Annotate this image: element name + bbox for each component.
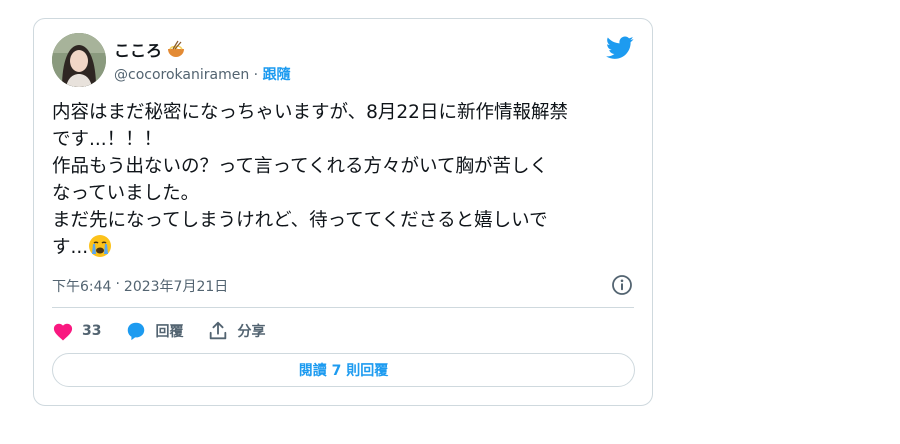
share-upload-icon xyxy=(210,321,227,340)
tweet-time: 下午6:44 xyxy=(52,279,112,295)
tweet-text: 内容はまだ秘密になっちゃいますが、8月22日に新作情報解禁 です...！！！ 作… xyxy=(52,99,642,261)
heart-icon xyxy=(53,323,73,341)
like-count: 33 xyxy=(82,323,102,339)
reply-label: 回覆 xyxy=(155,324,184,340)
crying-face-icon xyxy=(89,235,112,257)
follow-link[interactable]: 跟隨 xyxy=(263,67,291,83)
twitter-bird-icon[interactable] xyxy=(606,36,634,60)
avatar[interactable] xyxy=(52,33,106,87)
name-row: こころ xyxy=(114,37,186,61)
action-bar: 33 回覆 分享 xyxy=(52,319,289,343)
tweet-text-body: 内容はまだ秘密になっちゃいますが、8月22日に新作情報解禁 です...！！！ 作… xyxy=(52,102,568,258)
separator-dot: · xyxy=(253,67,259,83)
reply-button[interactable]: 回覆 xyxy=(125,320,183,342)
info-icon[interactable] xyxy=(611,274,633,296)
read-replies-label: 閱讀 7 則回覆 xyxy=(298,363,389,379)
timestamp-dot: · xyxy=(115,276,120,292)
read-replies-button[interactable]: 閱讀 7 則回覆 xyxy=(52,353,635,387)
divider xyxy=(52,307,634,308)
speech-bubble-icon xyxy=(128,322,145,341)
noodle-bowl-icon xyxy=(168,40,185,57)
embedded-tweet-card: こころ @cocorokaniramen · 跟隨 内容はまだ秘密になっちゃいま… xyxy=(33,18,653,406)
share-button[interactable]: 分享 xyxy=(207,320,265,342)
user-handle[interactable]: @cocorokaniramen xyxy=(114,67,249,83)
handle-row: @cocorokaniramen · 跟隨 xyxy=(114,64,291,84)
like-button[interactable]: 33 xyxy=(52,321,101,341)
tweet-date: 2023年7月21日 xyxy=(123,279,229,295)
display-name[interactable]: こころ xyxy=(114,37,162,61)
share-label: 分享 xyxy=(237,324,266,340)
tweet-timestamp[interactable]: 下午6:44 · 2023年7月21日 xyxy=(52,276,228,296)
